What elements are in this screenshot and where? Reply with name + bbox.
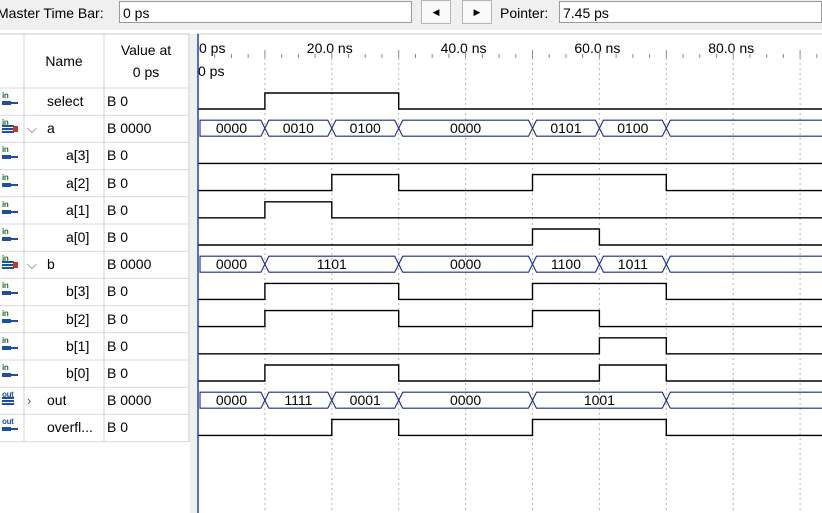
bus-value-label: 1111 [284,392,312,408]
bus-value-label: 0100 [350,120,381,136]
bit-waveform [198,309,822,328]
bus-segment [665,255,822,273]
bus-value-label: 1001 [584,392,615,408]
bus-value-label: 0000 [216,120,247,136]
bit-waveform [198,337,822,355]
bus-value-label: 0000 [450,392,481,408]
bus-value-label: 0101 [550,120,581,136]
bit-waveform [198,282,822,301]
bit-waveform [198,418,822,437]
bus-value-label: 0001 [350,392,381,408]
bus-value-label: 1011 [618,256,648,272]
bus-value-label: 0000 [450,120,481,136]
bit-waveform [198,364,822,382]
waveform-area[interactable]: 0000 0010 0100 0000 0101 0100 0000 1101 0000 1100… [0,0,822,513]
bus-value-label: 0010 [283,120,314,136]
bit-waveform [198,173,822,192]
bus-value-label: 0100 [617,120,648,136]
bus-segment [665,391,822,409]
bit-waveform [198,228,822,246]
bus-value-label: 1101 [317,256,347,272]
bus-value-label: 1100 [551,256,581,272]
bus-value-label: 0000 [216,392,247,408]
bus-segment [665,119,822,137]
bit-waveform [198,92,822,110]
bus-value-label: 0000 [450,256,481,272]
bus-value-label: 0000 [216,256,247,272]
bit-waveform [198,201,822,219]
